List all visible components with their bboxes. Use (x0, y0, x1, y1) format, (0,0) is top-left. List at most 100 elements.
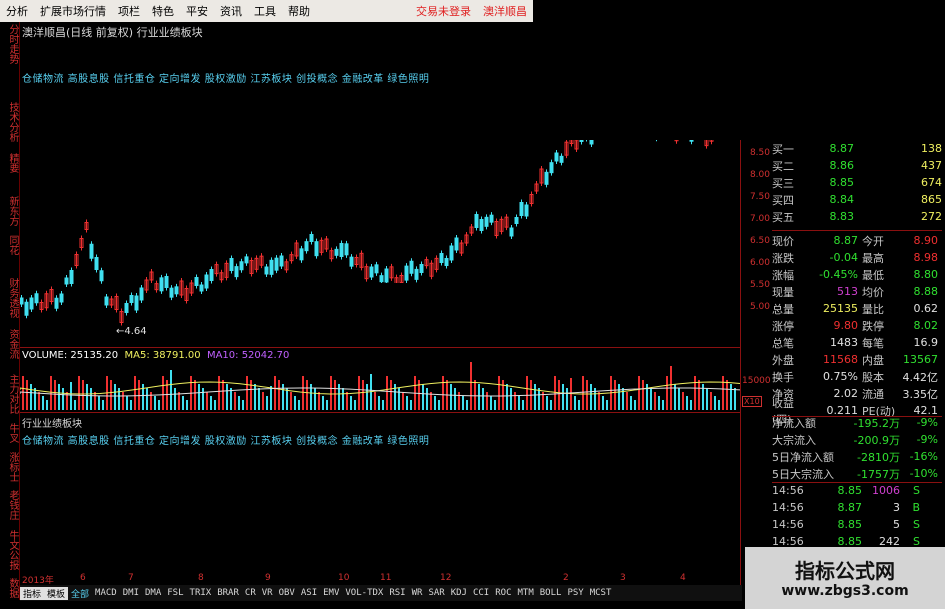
tab-niucha[interactable]: 牛叉 (2, 422, 18, 444)
volume-bar (634, 400, 636, 410)
volume-bar (626, 392, 628, 410)
stat-value: 8.98 (913, 251, 939, 264)
tab-trix[interactable]: TRIX (187, 588, 215, 598)
ma10-line (20, 387, 741, 397)
menu-item[interactable]: 扩展市场行情 (34, 3, 112, 19)
volume-bar (606, 400, 608, 410)
tab-kdj[interactable]: KDJ (448, 588, 470, 598)
volume-bar (222, 380, 224, 410)
menu-item[interactable]: 特色 (146, 3, 180, 19)
volume-bar (226, 384, 228, 410)
volume-bar (502, 380, 504, 410)
menu-item[interactable]: 帮助 (282, 3, 316, 19)
volume-bar (390, 380, 392, 410)
candle-body (20, 297, 24, 305)
tab-mcst[interactable]: MCST (587, 588, 615, 598)
tab-macd[interactable]: MACD (92, 588, 120, 598)
date-month: 3 (620, 573, 626, 583)
tab-boll[interactable]: BOLL (537, 588, 565, 598)
candle-body (309, 234, 314, 242)
volume-bar (34, 388, 36, 410)
stat-label: 流通 (862, 387, 884, 401)
volume-bar (586, 380, 588, 410)
trade-status[interactable]: 交易未登录 (410, 3, 477, 19)
stat-label: 总笔 (772, 336, 794, 350)
stat-value: 3.35亿 (902, 387, 939, 401)
tab-brar[interactable]: BRAR (214, 588, 242, 598)
tab-niuwen[interactable]: 牛文公报 (2, 528, 18, 572)
tab-vol-tdx[interactable]: VOL-TDX (342, 588, 386, 598)
bid-label: 买四 (772, 193, 794, 207)
volume-bar (698, 380, 700, 410)
tab-roc[interactable]: ROC (492, 588, 514, 598)
volume-bar (574, 396, 576, 410)
tab-dma[interactable]: DMA (142, 588, 164, 598)
tab-main[interactable]: 主力对比 (2, 372, 18, 416)
volume-bar (46, 400, 48, 410)
menu-item[interactable]: 资讯 (214, 3, 248, 19)
tab-dmi[interactable]: DMI (120, 588, 142, 598)
sub-concept-tags: 仓储物流 高股息股 信托重仓 定向增发 股权激励 江苏板块 创投概念 金融改革 … (22, 436, 430, 447)
volume-bar (378, 396, 380, 410)
volume-bar (578, 400, 580, 410)
left-tab-bar: 分时走势 技术分析 精要 新东方 同花 财务透视 资金流 主力对比 牛叉 涨标士… (0, 22, 20, 600)
volume-bar (350, 396, 352, 410)
price-tick: 7.50 (749, 192, 770, 202)
volume-bar (618, 384, 620, 410)
tab-jingyao[interactable]: 精要 (2, 152, 18, 174)
tab-fenshi[interactable]: 分时走势 (2, 24, 18, 64)
tab-template[interactable]: 模板 (44, 586, 69, 600)
volume-bar (398, 388, 400, 410)
tab-cr[interactable]: CR (242, 588, 259, 598)
menu-item[interactable]: 平安 (180, 3, 214, 19)
menu-item[interactable]: 项栏 (112, 3, 146, 19)
menu-item[interactable]: 分析 (0, 3, 34, 19)
flow-value: -195.2万 (853, 416, 900, 430)
candle-body (94, 257, 99, 270)
flow-label: 大宗流入 (772, 433, 816, 447)
tab-sar[interactable]: SAR (425, 588, 447, 598)
tab-vr[interactable]: VR (259, 588, 276, 598)
volume-bar (498, 376, 500, 410)
volume-bar (306, 380, 308, 410)
candle-body (444, 258, 449, 266)
tab-tonghua[interactable]: 同花 (2, 234, 18, 256)
date-month: 2 (563, 573, 569, 583)
tab-zhangbiao[interactable]: 涨标士 (2, 450, 18, 483)
low-price-marker: ←4.64 (116, 326, 147, 337)
tab-tech[interactable]: 技术分析 (2, 102, 18, 142)
volume-bar (678, 388, 680, 410)
bid-label: 买一 (772, 142, 794, 156)
volume-bar (662, 400, 664, 410)
tab-mtm[interactable]: MTM (515, 588, 537, 598)
menu-item[interactable]: 工具 (248, 3, 282, 19)
bid-row: 买五 8.83 272 (772, 208, 942, 225)
volume-bar (238, 396, 240, 410)
tab-emv[interactable]: EMV (320, 588, 342, 598)
tab-xindongfang[interactable]: 新东方 (2, 194, 18, 227)
stat-value: 8.80 (913, 268, 939, 281)
tab-psy[interactable]: PSY (564, 588, 586, 598)
price-tick: 7.00 (749, 214, 770, 224)
tab-fund[interactable]: 资金流 (2, 327, 18, 360)
redaction-block (533, 0, 945, 140)
tab-laoqian[interactable]: 老钱庄 (2, 488, 18, 521)
tick-volume: 1006 (872, 484, 900, 497)
stat-row: 涨幅 -0.45% 最低 8.80 (772, 266, 942, 283)
tab-cci[interactable]: CCI (470, 588, 492, 598)
tab-asi[interactable]: ASI (298, 588, 320, 598)
tab-all[interactable]: 全部 (68, 587, 92, 600)
tab-rsi[interactable]: RSI (386, 588, 408, 598)
tab-finance[interactable]: 财务透视 (2, 276, 18, 320)
tab-fsl[interactable]: FSL (164, 588, 186, 598)
tab-indicator[interactable]: 指标 (20, 586, 45, 600)
volume-bar (86, 384, 88, 410)
tab-wr[interactable]: WR (409, 588, 426, 598)
volume-bar (422, 384, 424, 410)
fund-flows: 净流入额 -195.2万 -9% 大宗流入 -200.9万 -9% 5日净流入额 -2810万… (772, 414, 942, 482)
date-month: 6 (80, 573, 86, 583)
tab-data[interactable]: 数据 (2, 577, 18, 599)
tab-obv[interactable]: OBV (276, 588, 298, 598)
tick-row: 14:56 8.85 5 S (772, 516, 942, 533)
stat-value: 8.87 (833, 234, 859, 247)
